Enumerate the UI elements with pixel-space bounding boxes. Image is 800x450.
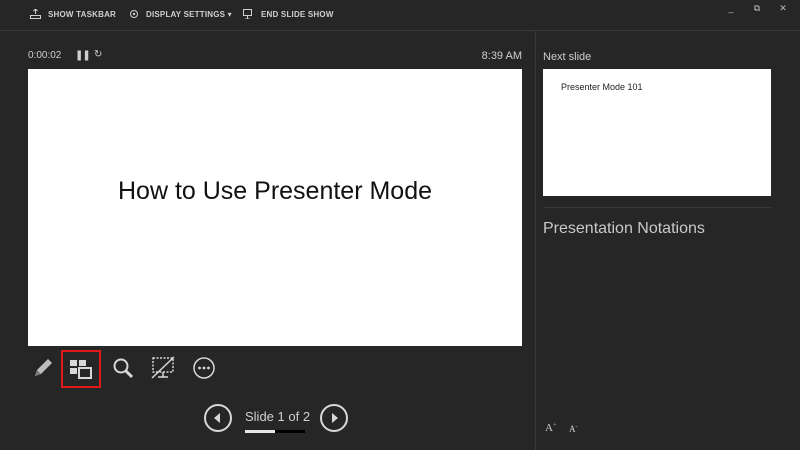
current-time: 8:39 AM xyxy=(481,50,522,62)
black-screen-button[interactable] xyxy=(144,350,182,386)
pause-timer-button[interactable]: ❚❚ xyxy=(75,50,91,61)
previous-slide-button[interactable] xyxy=(204,404,232,432)
arrow-right-icon xyxy=(332,413,338,423)
top-toolbar: SHOW TASKBAR DISPLAY SETTINGS ▾ END SLID… xyxy=(0,0,800,31)
end-slide-show-button[interactable]: END SLIDE SHOW xyxy=(243,9,334,19)
pane-divider[interactable] xyxy=(535,30,536,450)
see-all-slides-button[interactable] xyxy=(61,350,101,388)
show-taskbar-button[interactable]: SHOW TASKBAR xyxy=(30,9,116,19)
next-slide-label: Next slide xyxy=(543,51,592,63)
timer-row: 0:00:02 ❚❚ ↻ 8:39 AM xyxy=(28,49,522,64)
next-slide-title: Presenter Mode 101 xyxy=(561,82,643,92)
next-slide-preview[interactable]: Presenter Mode 101 xyxy=(543,69,771,196)
increase-font-label: A xyxy=(545,422,553,434)
slide-counter[interactable]: Slide 1 of 2 xyxy=(245,409,310,424)
elapsed-timer: 0:00:02 xyxy=(28,50,62,61)
arrow-left-icon xyxy=(214,413,220,423)
display-settings-button[interactable]: DISPLAY SETTINGS ▾ xyxy=(129,9,232,19)
decrease-font-sign: - xyxy=(575,424,578,430)
pen-tool-button[interactable] xyxy=(24,350,62,386)
end-slide-show-icon xyxy=(243,9,252,19)
more-options-icon xyxy=(193,357,215,379)
pen-icon xyxy=(35,359,52,376)
notes-separator xyxy=(543,207,771,208)
increase-font-sign: + xyxy=(552,422,557,429)
slide-progress-bar xyxy=(245,430,305,433)
zoom-button[interactable] xyxy=(104,350,142,386)
slide-progress-fill xyxy=(245,430,275,433)
increase-font-button[interactable]: A+ xyxy=(545,422,556,434)
slide-navigation: Slide 1 of 2 xyxy=(204,404,348,434)
minimize-button[interactable]: _ xyxy=(724,2,738,14)
slide-grid-icon xyxy=(70,360,92,379)
slide-tools xyxy=(24,350,244,388)
display-settings-icon xyxy=(130,10,138,18)
restart-timer-button[interactable]: ↻ xyxy=(94,49,102,60)
magnifier-icon xyxy=(113,358,134,379)
decrease-font-button[interactable]: A- xyxy=(569,424,578,434)
current-slide-title: How to Use Presenter Mode xyxy=(117,177,433,205)
next-slide-button[interactable] xyxy=(320,404,348,432)
display-settings-label: DISPLAY SETTINGS ▾ xyxy=(146,9,232,19)
restore-button[interactable]: ⧉ xyxy=(750,2,764,14)
show-taskbar-label: SHOW TASKBAR xyxy=(48,9,117,19)
more-options-button[interactable] xyxy=(185,350,223,386)
current-slide[interactable]: How to Use Presenter Mode xyxy=(28,69,522,346)
end-slide-show-label: END SLIDE SHOW xyxy=(261,9,334,19)
presenter-view: SHOW TASKBAR DISPLAY SETTINGS ▾ END SLID… xyxy=(0,0,800,450)
notes-title: Presentation Notations xyxy=(543,220,705,237)
close-button[interactable]: ✕ xyxy=(776,2,790,14)
black-screen-icon xyxy=(151,356,175,379)
window-controls: _ ⧉ ✕ xyxy=(724,2,790,14)
taskbar-icon xyxy=(30,9,41,19)
